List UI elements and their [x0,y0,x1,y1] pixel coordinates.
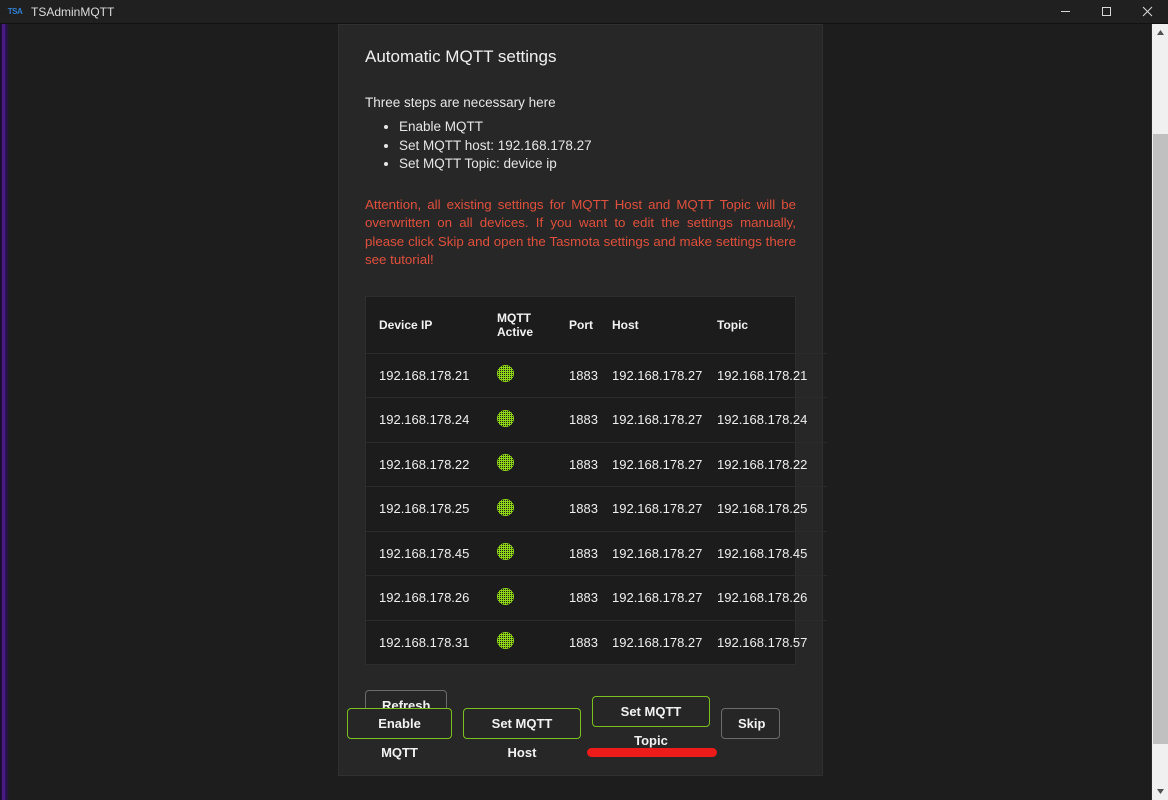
cell-port: 1883 [569,530,612,576]
cell-port: 1883 [569,441,612,487]
table-row[interactable]: 192.168.178.21 1883 192.168.178.27 192.1… [366,352,827,398]
set-mqtt-topic-button-wrapper: Set MQTT Topic [587,696,717,757]
left-accent-strip [0,24,9,800]
table-row[interactable]: 192.168.178.31 1883 192.168.178.27 192.1… [366,619,827,664]
minimize-icon[interactable] [1045,0,1086,24]
mqtt-active-indicator-icon [497,632,514,650]
set-mqtt-topic-button[interactable]: Set MQTT Topic [592,696,710,748]
cell-topic: 192.168.178.25 [717,486,827,531]
window-controls [1045,0,1168,24]
intro-text: Three steps are necessary here [365,95,556,110]
table-row[interactable]: 192.168.178.25 1883 192.168.178.27 192.1… [366,486,827,531]
cell-port: 1883 [569,352,612,398]
cell-port: 1883 [569,619,612,664]
cell-topic: 192.168.178.57 [717,619,827,664]
scroll-up-icon[interactable] [1152,24,1168,41]
column-header-device-ip: Device IP [379,317,433,332]
column-header-topic: Topic [717,317,749,332]
mqtt-active-indicator-icon [497,543,514,561]
cell-port: 1883 [569,397,612,442]
cell-host: 192.168.178.27 [612,619,717,664]
enable-mqtt-button[interactable]: Enable MQTT [347,707,452,760]
cell-topic: 192.168.178.45 [717,530,827,576]
cell-device-ip: 192.168.178.45 [366,530,497,576]
cell-mqtt-active [497,352,569,398]
cell-mqtt-active [497,441,569,487]
cell-mqtt-active [497,619,569,664]
mqtt-active-indicator-icon [497,409,514,427]
automatic-mqtt-settings-panel: Automatic MQTT settings Three steps are … [338,24,827,776]
cell-device-ip: 192.168.178.26 [366,575,497,620]
scroll-down-icon[interactable] [1152,783,1168,800]
cell-topic: 192.168.178.22 [717,441,827,487]
cell-host: 192.168.178.27 [612,575,717,620]
red-highlight-annotation [587,748,717,757]
skip-button[interactable]: Skip [721,707,780,739]
scrollbar-thumb[interactable] [1153,134,1168,744]
page-content-area: Automatic MQTT settings Three steps are … [9,24,1151,800]
column-header-port: Port [569,317,593,332]
cell-host: 192.168.178.27 [612,530,717,576]
list-item: Set MQTT Topic: device ip [399,155,796,174]
list-item: Set MQTT host: 192.168.178.27 [399,137,796,156]
mqtt-active-indicator-icon [497,587,514,605]
steps-list: Enable MQTT Set MQTT host: 192.168.178.2… [365,118,796,174]
column-header-mqtt-active: MQTT Active [497,310,534,339]
cell-device-ip: 192.168.178.21 [366,352,497,398]
close-icon[interactable] [1127,0,1168,24]
cell-topic: 192.168.178.24 [717,397,827,442]
maximize-icon[interactable] [1086,0,1127,24]
cell-device-ip: 192.168.178.24 [366,397,497,442]
table-row[interactable]: 192.168.178.24 1883 192.168.178.27 192.1… [366,397,827,442]
app-logo-icon: TSA [7,7,23,16]
cell-port: 1883 [569,486,612,531]
warning-text: Attention, all existing settings for MQT… [365,196,796,268]
cell-port: 1883 [569,575,612,620]
device-table: Device IP MQTT Active Port Host Topic 19… [366,297,827,664]
cell-mqtt-active [497,575,569,620]
mqtt-active-indicator-icon [497,454,514,472]
window-title: TSAdminMQTT [31,4,115,19]
cell-mqtt-active [497,486,569,531]
cell-device-ip: 192.168.178.25 [366,486,497,531]
table-body: 192.168.178.21 1883 192.168.178.27 192.1… [366,352,827,664]
table-row[interactable]: 192.168.178.26 1883 192.168.178.27 192.1… [366,575,827,620]
table-header-row: Device IP MQTT Active Port Host Topic [366,297,827,354]
cell-topic: 192.168.178.21 [717,352,827,398]
window-titlebar: TSA TSAdminMQTT [0,0,1168,24]
left-accent-line [2,24,5,800]
cell-device-ip: 192.168.178.22 [366,441,497,487]
device-table-container: Device IP MQTT Active Port Host Topic 19… [365,295,827,665]
mqtt-active-indicator-icon [497,498,514,516]
table-row[interactable]: 192.168.178.45 1883 192.168.178.27 192.1… [366,530,827,576]
action-button-row: Enable MQTT Set MQTT Host Set MQTT Topic… [347,696,780,760]
vertical-scrollbar[interactable] [1151,24,1168,800]
column-header-host: Host [612,317,639,332]
page-title: Automatic MQTT settings [365,47,557,66]
cell-host: 192.168.178.27 [612,352,717,398]
cell-host: 192.168.178.27 [612,486,717,531]
set-mqtt-host-button[interactable]: Set MQTT Host [463,707,581,760]
cell-topic: 192.168.178.26 [717,575,827,620]
list-item: Enable MQTT [399,118,796,137]
table-row[interactable]: 192.168.178.22 1883 192.168.178.27 192.1… [366,441,827,487]
cell-device-ip: 192.168.178.31 [366,619,497,664]
cell-host: 192.168.178.27 [612,441,717,487]
mqtt-active-indicator-icon [497,365,514,383]
cell-mqtt-active [497,530,569,576]
cell-host: 192.168.178.27 [612,397,717,442]
cell-mqtt-active [497,397,569,442]
